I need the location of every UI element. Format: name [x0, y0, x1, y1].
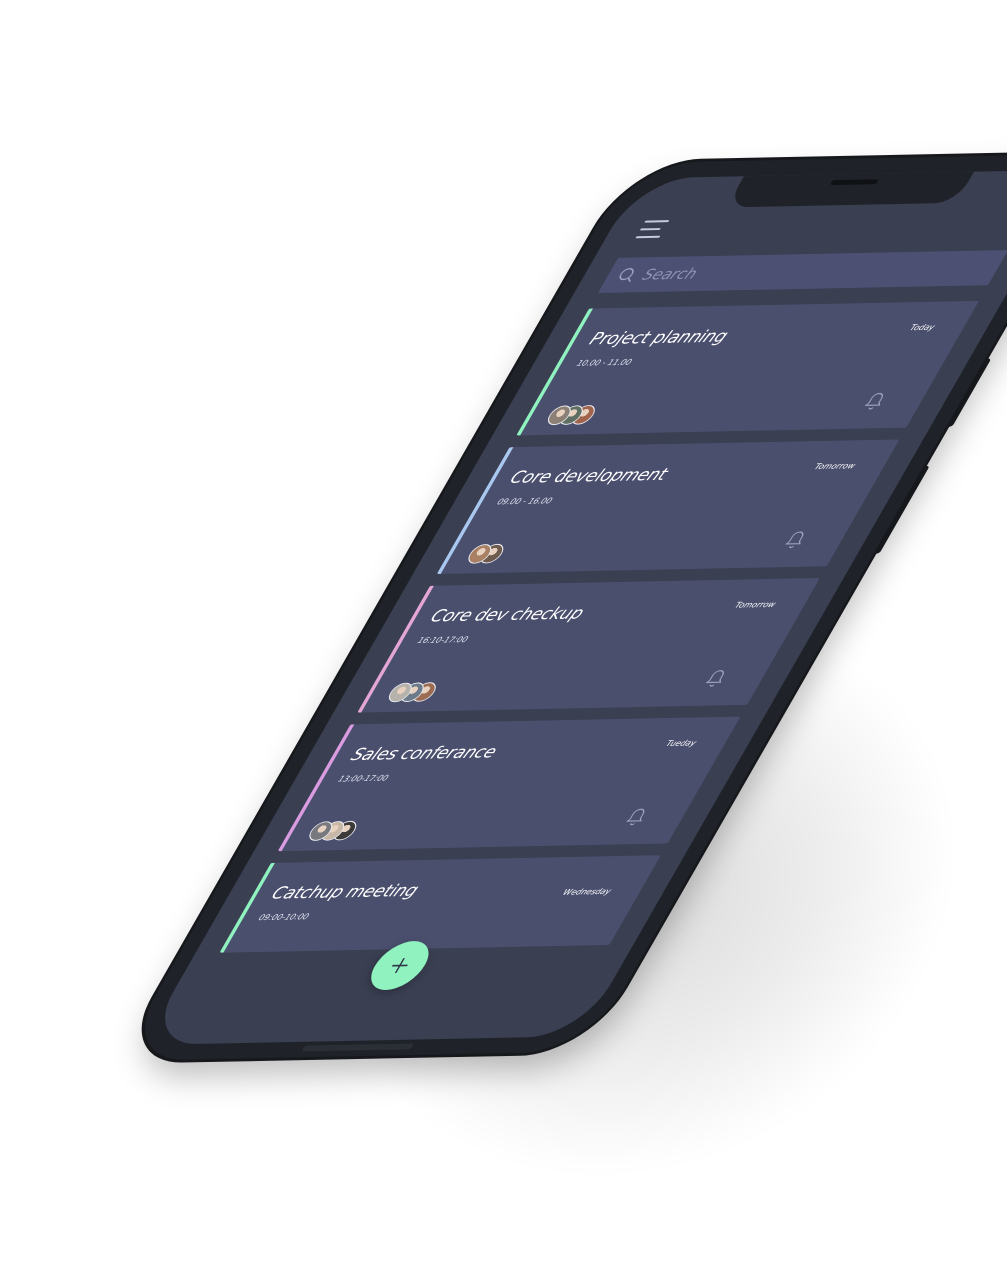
search-input[interactable]: [633, 250, 995, 293]
event-card[interactable]: Project planning 10.00 - 11.00 Today: [516, 300, 979, 436]
bottom-port: [301, 1043, 415, 1052]
speaker-grille: [829, 179, 879, 186]
mockup-stage: Project planning 10.00 - 11.00 Today Cor…: [0, 0, 1007, 1262]
attendee-avatars: [543, 404, 635, 426]
search-icon: [619, 268, 634, 283]
event-time: 13:00-17:00: [336, 773, 391, 784]
attendee-avatars: [384, 681, 476, 703]
event-time: 10.00 - 11.00: [574, 357, 634, 368]
attendee-avatars: [305, 820, 396, 842]
bell-icon[interactable]: [860, 391, 889, 411]
event-day: Today: [908, 322, 937, 333]
notch: [726, 169, 976, 208]
event-title: Project planning: [585, 326, 732, 350]
event-title: Core development: [505, 465, 672, 488]
event-day: Tomorrow: [812, 461, 858, 472]
event-accent-bar: [219, 862, 275, 953]
search-bar: [597, 250, 1007, 293]
bell-icon[interactable]: [622, 807, 651, 827]
event-card[interactable]: Core development 09.00 - 16.00 Tomorrow: [436, 439, 900, 575]
bell-icon[interactable]: [781, 530, 810, 550]
bell-icon[interactable]: [701, 669, 730, 689]
event-day: Tueday: [664, 738, 699, 749]
event-card[interactable]: Catchup meeting 09:00-10:00 Wednesday: [219, 855, 661, 953]
event-time: 09:00-10:00: [256, 912, 311, 923]
event-day: Wednesday: [561, 887, 613, 897]
event-day: Tomorrow: [733, 600, 778, 610]
plus-icon: [391, 957, 408, 974]
event-time: 09.00 - 16.00: [495, 496, 555, 507]
event-title: Catchup meeting: [267, 881, 423, 904]
event-title: Sales conferance: [346, 742, 501, 765]
event-title: Core dev checkup: [426, 603, 588, 627]
attendee-avatars: [464, 543, 555, 564]
event-card[interactable]: Core dev checkup 16:10-17:00 Tomorrow: [357, 577, 820, 713]
menu-icon[interactable]: [634, 220, 671, 240]
event-time: 16:10-17:00: [415, 635, 470, 645]
event-card[interactable]: Sales conferance 13:00-17:00 Tueday: [277, 716, 741, 852]
